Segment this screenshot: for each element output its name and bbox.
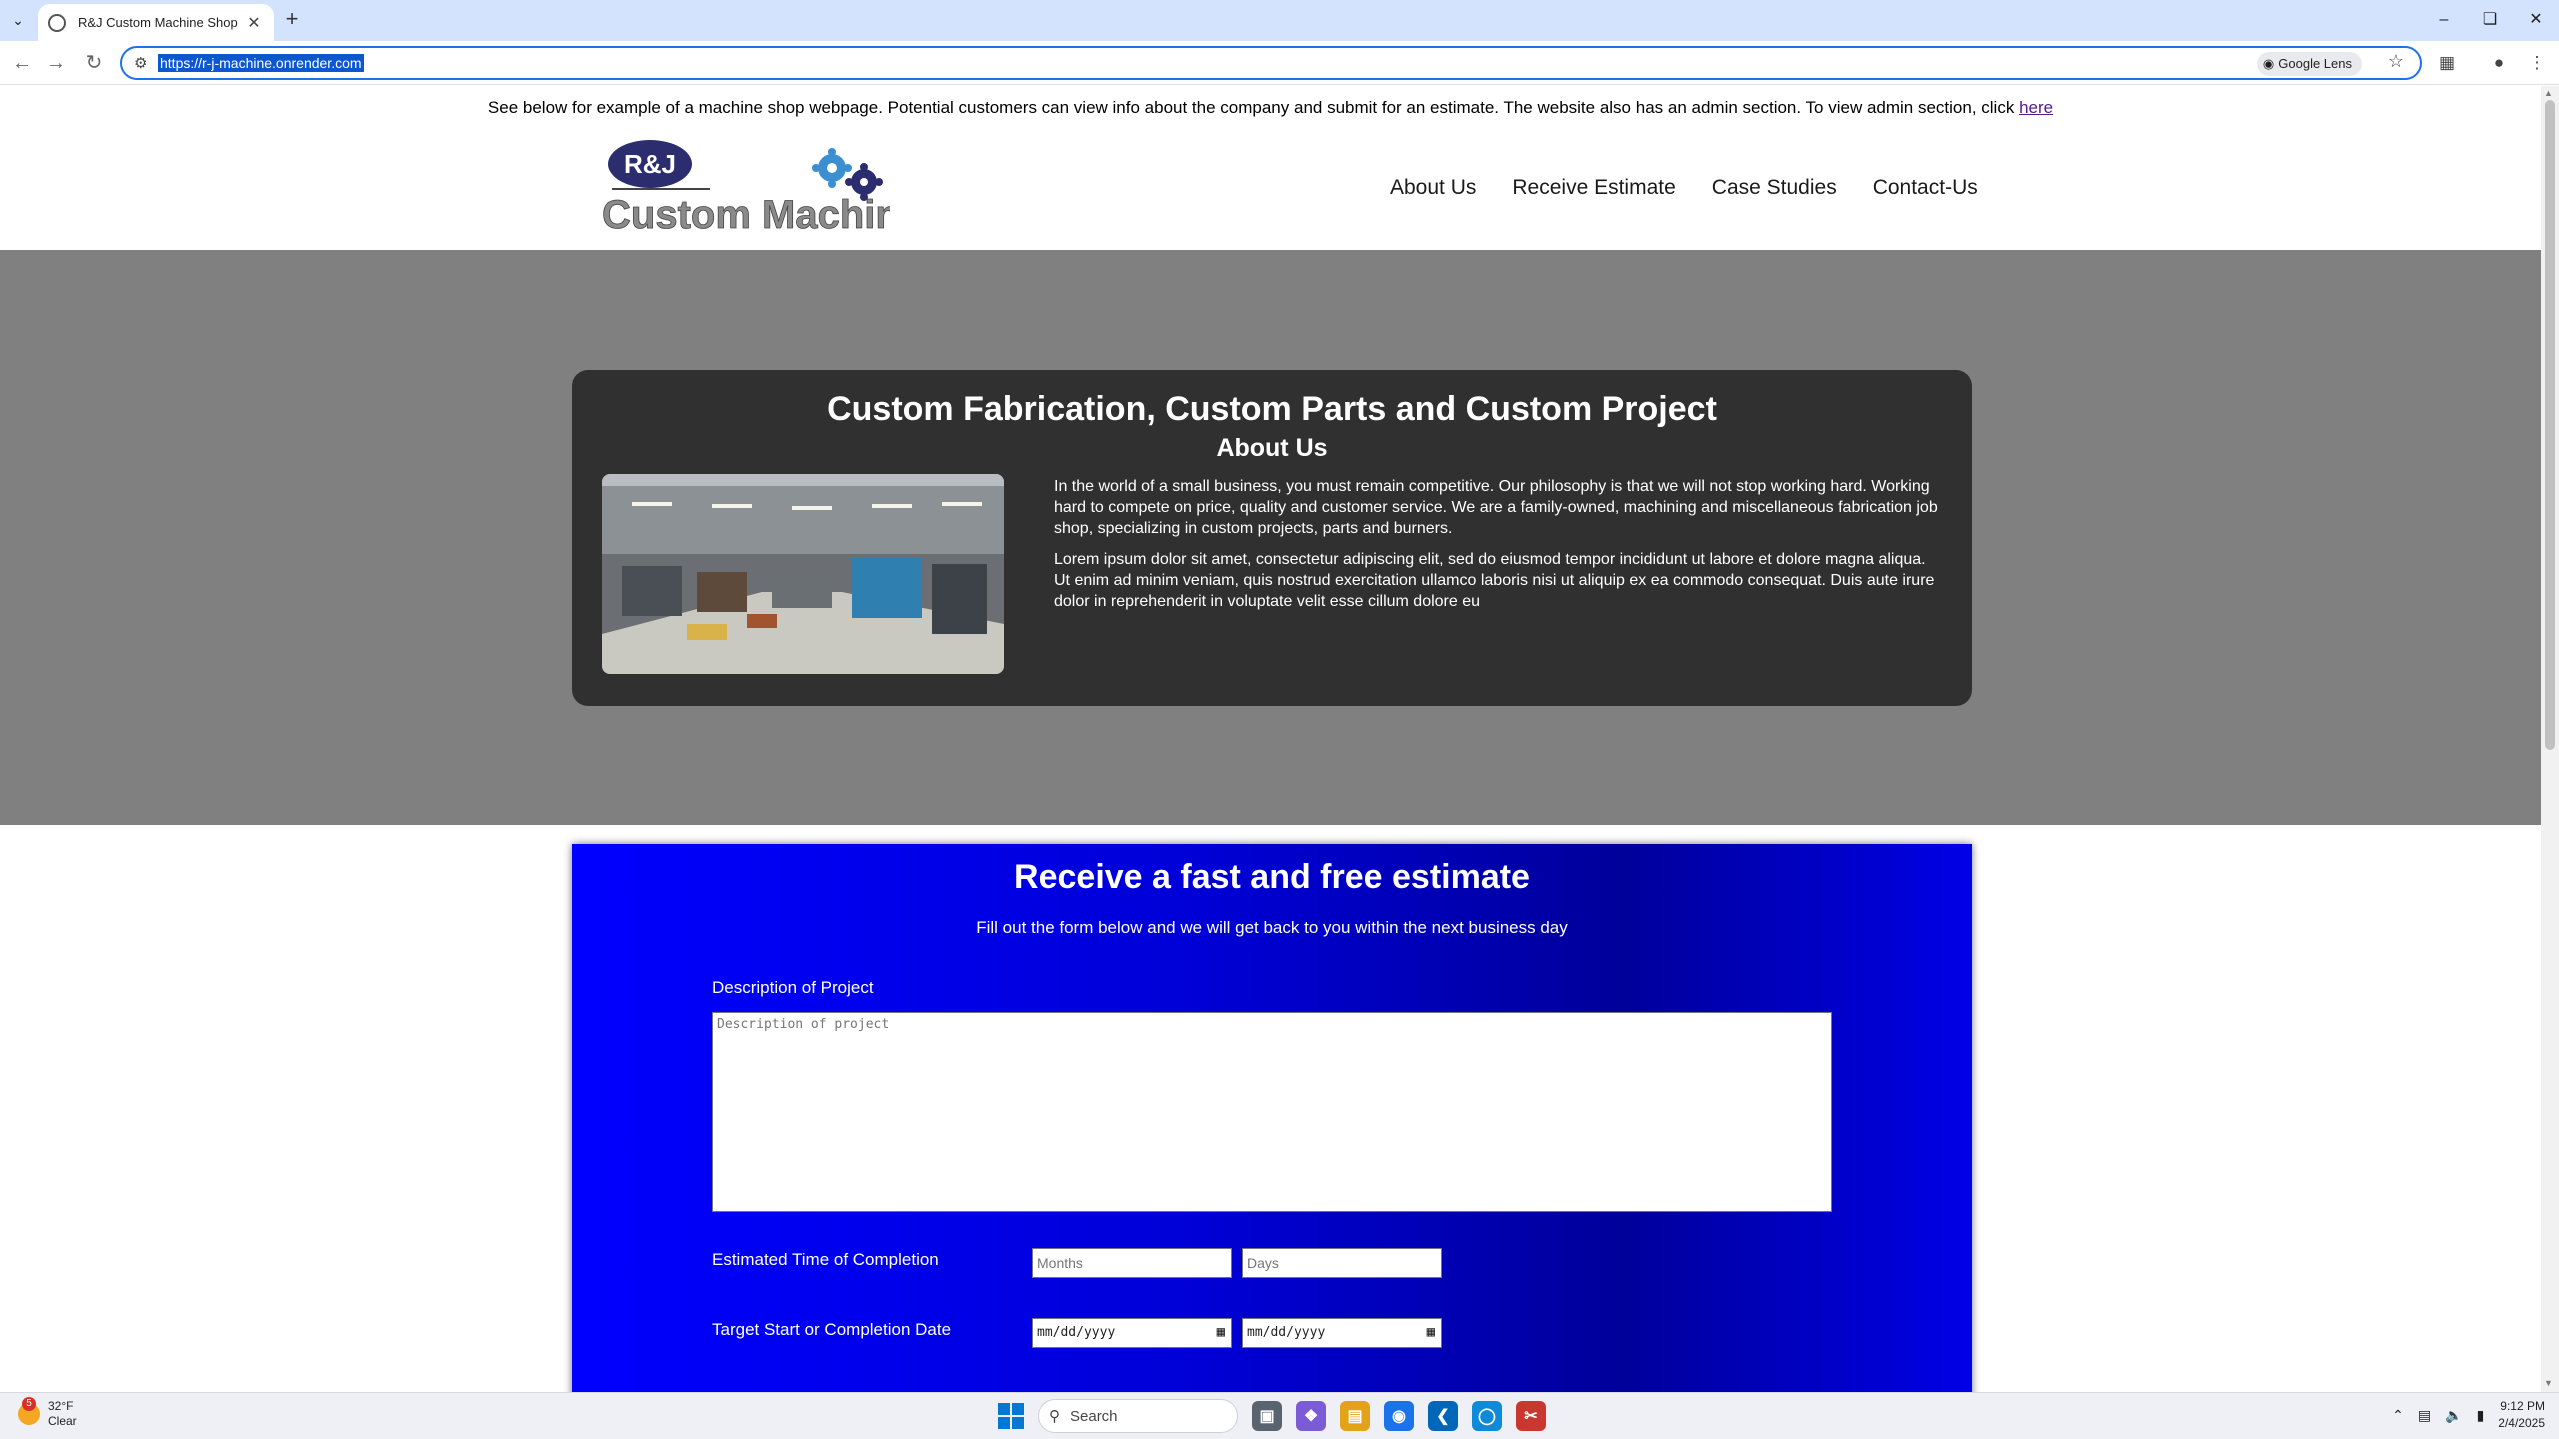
page-scrollbar[interactable]: ▲ ▼ — [2541, 86, 2559, 1392]
profile-icon[interactable]: ● — [2486, 50, 2512, 76]
browser-tab[interactable]: R&J Custom Machine Shop ✕ — [38, 4, 274, 41]
main-nav: About Us Receive Estimate Case Studies C… — [1390, 176, 1978, 200]
taskbar-apps: ⚲ Search ▣ ❖ ▤ ◉ ❮ ◯ ✂ — [998, 1399, 1546, 1433]
snipping-tool-icon[interactable]: ✂ — [1516, 1401, 1546, 1431]
globe-icon — [48, 13, 66, 32]
extensions-icon[interactable]: ▦ — [2434, 50, 2460, 76]
nav-contact-us[interactable]: Contact-Us — [1873, 176, 1978, 200]
demo-notice: See below for example of a machine shop … — [0, 98, 2541, 118]
start-date-format: mm/dd/yyyy — [1037, 1325, 1116, 1340]
volume-icon[interactable]: 🔈 — [2445, 1407, 2462, 1424]
start-date-input[interactable]: mm/dd/yyyy ▦ — [1032, 1318, 1232, 1348]
system-tray: ⌃ ▤ 🔈 ▮ 9:12 PM 2/4/2025 — [2392, 1398, 2545, 1432]
battery-icon[interactable]: ▮ — [2477, 1407, 2485, 1424]
site-info-icon[interactable]: ⚙ — [134, 54, 147, 72]
hero-section: Custom Fabrication, Custom Parts and Cus… — [0, 250, 2541, 825]
admin-link[interactable]: here — [2019, 98, 2053, 117]
about-paragraph-1: In the world of a small business, you mu… — [1054, 478, 1938, 537]
completion-date-format: mm/dd/yyyy — [1247, 1325, 1326, 1340]
tray-chevron-icon[interactable]: ⌃ — [2392, 1407, 2404, 1424]
estimate-form-section: Receive a fast and free estimate Fill ou… — [572, 844, 1972, 1392]
about-paragraph-2: Lorem ipsum dolor sit amet, consectetur … — [1054, 551, 1935, 610]
about-text: In the world of a small business, you mu… — [1054, 476, 1944, 622]
google-lens-button[interactable]: ◉ Google Lens — [2256, 52, 2362, 76]
estimate-title: Receive a fast and free estimate — [1014, 858, 1530, 896]
time-completion-label: Estimated Time of Completion — [712, 1250, 939, 1269]
browser-tab-strip: ⌄ R&J Custom Machine Shop ✕ + – ❏ ✕ — [0, 0, 2559, 41]
about-card: Custom Fabrication, Custom Parts and Cus… — [572, 370, 1972, 706]
reload-icon[interactable]: ↻ — [80, 49, 108, 77]
description-textarea[interactable] — [712, 1012, 1832, 1212]
copilot-icon[interactable]: ❖ — [1296, 1401, 1326, 1431]
completion-date-input[interactable]: mm/dd/yyyy ▦ — [1242, 1318, 1442, 1348]
minimize-button[interactable]: – — [2424, 6, 2464, 34]
calendar-icon[interactable]: ▦ — [1217, 1324, 1225, 1340]
weather-temp: 32°F — [48, 1399, 74, 1413]
url-text[interactable]: https://r-j-machine.onrender.com — [158, 54, 364, 72]
tab-close-icon[interactable]: ✕ — [244, 13, 264, 33]
chrome-icon[interactable]: ◉ — [1384, 1401, 1414, 1431]
lens-icon: ◉ — [2262, 56, 2275, 71]
calendar-icon[interactable]: ▦ — [1427, 1324, 1435, 1340]
nav-case-studies[interactable]: Case Studies — [1712, 176, 1837, 200]
nav-receive-estimate[interactable]: Receive Estimate — [1512, 176, 1675, 200]
file-explorer-icon[interactable]: ▤ — [1340, 1401, 1370, 1431]
tab-title: R&J Custom Machine Shop — [78, 15, 238, 30]
restore-button[interactable]: ❏ — [2470, 6, 2510, 34]
about-subtitle: About Us — [1216, 434, 1328, 462]
new-tab-button[interactable]: + — [280, 8, 304, 32]
clock[interactable]: 9:12 PM 2/4/2025 — [2498, 1398, 2545, 1432]
weather-badge: 5 — [22, 1397, 36, 1411]
weather-condition: Clear — [48, 1414, 77, 1428]
scroll-thumb[interactable] — [2545, 100, 2555, 750]
back-arrow-icon[interactable]: ← — [8, 49, 36, 77]
vscode-icon[interactable]: ❮ — [1428, 1401, 1458, 1431]
weather-widget[interactable]: 5 32°F Clear — [18, 1397, 77, 1429]
clock-date: 2/4/2025 — [2498, 1416, 2545, 1430]
windows-start-icon[interactable] — [998, 1403, 1024, 1429]
edge-icon[interactable]: ◯ — [1472, 1401, 1502, 1431]
weather-sun-icon: 5 — [18, 1397, 40, 1425]
network-icon[interactable]: ▤ — [2418, 1407, 2431, 1424]
bookmark-star-icon[interactable]: ☆ — [2388, 51, 2404, 72]
logo-graphic: R&J Custom Machine — [602, 140, 922, 237]
browser-menu-icon[interactable]: ⋮ — [2524, 50, 2550, 76]
scroll-down-arrow-icon[interactable]: ▼ — [2544, 1378, 2553, 1388]
shop-floor-photo — [602, 474, 1004, 674]
page-viewport: See below for example of a machine shop … — [0, 86, 2541, 1392]
target-date-label: Target Start or Completion Date — [712, 1320, 952, 1339]
company-logo[interactable]: R&J Custom Machine — [600, 138, 922, 237]
clock-time: 9:12 PM — [2500, 1399, 2545, 1413]
browser-toolbar: ← → ↻ ⚙ https://r-j-machine.onrender.com… — [0, 41, 2559, 85]
notice-text: See below for example of a machine shop … — [487, 98, 2020, 117]
nav-about-us[interactable]: About Us — [1390, 176, 1476, 200]
logo-badge-text: R&J — [624, 149, 676, 179]
description-label: Description of Project — [712, 978, 874, 997]
forward-arrow-icon[interactable]: → — [42, 49, 70, 77]
tab-search-chevron-icon[interactable]: ⌄ — [6, 8, 30, 32]
days-input[interactable] — [1242, 1248, 1442, 1278]
lens-label: Google Lens — [2278, 56, 2352, 71]
address-bar[interactable]: ⚙ https://r-j-machine.onrender.com ◉ Goog… — [120, 46, 2422, 80]
window-close-button[interactable]: ✕ — [2516, 6, 2556, 34]
logo-name-text: Custom Machine — [602, 193, 890, 234]
task-view-icon[interactable]: ▣ — [1252, 1401, 1282, 1431]
taskbar-search-label: Search — [1070, 1407, 1118, 1425]
months-input[interactable] — [1032, 1248, 1232, 1278]
os-taskbar: 5 32°F Clear ⚲ Search ▣ ❖ ▤ ◉ ❮ ◯ ✂ ⌃ ▤ … — [0, 1392, 2559, 1439]
search-icon: ⚲ — [1049, 1408, 1060, 1425]
estimate-subtitle: Fill out the form below and we will get … — [976, 918, 1568, 937]
taskbar-search[interactable]: ⚲ Search — [1038, 1399, 1238, 1433]
scroll-up-arrow-icon[interactable]: ▲ — [2544, 88, 2553, 98]
about-title: Custom Fabrication, Custom Parts and Cus… — [827, 390, 1717, 428]
